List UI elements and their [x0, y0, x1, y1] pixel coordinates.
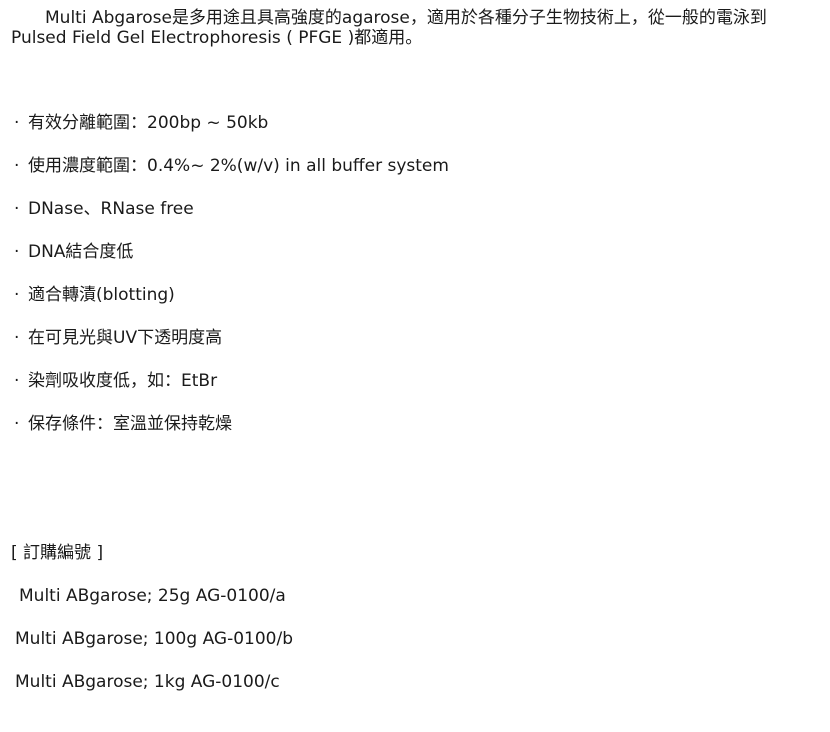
bullet-dot: · [14, 285, 20, 305]
order-list: Multi ABgarose; 25g AG-0100/a Multi ABga… [15, 584, 293, 713]
bullet-dot: · [14, 371, 20, 391]
intro-paragraph: Multi Abgarose是多用途且具高強度的agarose，適用於各種分子生… [11, 8, 811, 48]
feature-text: 染劑吸收度低，如：EtBr [28, 371, 218, 391]
feature-text: DNase、RNase free [28, 199, 194, 219]
bullet-dot: · [14, 328, 20, 348]
feature-item: · 有效分離範圍：200bp ~ 50kb [14, 111, 449, 154]
feature-text: 適合轉漬(blotting) [28, 285, 175, 305]
feature-item: · 染劑吸收度低，如：EtBr [14, 369, 449, 412]
bullet-dot: · [14, 156, 20, 176]
intro-line-2: Pulsed Field Gel Electrophoresis ( PFGE … [11, 28, 423, 48]
bullet-dot: · [14, 414, 20, 434]
order-item: Multi ABgarose; 1kg AG-0100/c [15, 672, 280, 692]
feature-item: · 適合轉漬(blotting) [14, 283, 449, 326]
feature-item: · 保存條件：室溫並保持乾燥 [14, 412, 449, 455]
bullet-dot: · [14, 113, 20, 133]
feature-list: · 有效分離範圍：200bp ~ 50kb · 使用濃度範圍：0.4%~ 2%(w/… [14, 111, 449, 455]
feature-item: · 使用濃度範圍：0.4%~ 2%(w/v) in all buffer syst… [14, 154, 449, 197]
feature-text: 有效分離範圍：200bp ~ 50kb [28, 113, 269, 133]
feature-text: DNA結合度低 [28, 242, 134, 262]
feature-item: · DNA結合度低 [14, 240, 449, 283]
feature-item: · DNase、RNase free [14, 197, 449, 240]
feature-text: 使用濃度範圍：0.4%~ 2%(w/v) in all buffer syste… [28, 156, 449, 176]
feature-text: 在可見光與UV下透明度高 [28, 328, 223, 348]
intro-line-1: Multi Abgarose是多用途且具高強度的agarose，適用於各種分子生… [45, 8, 767, 28]
bullet-dot: · [14, 199, 20, 219]
feature-text: 保存條件：室溫並保持乾燥 [28, 414, 232, 434]
order-item: Multi ABgarose; 100g AG-0100/b [15, 629, 293, 649]
order-item: Multi ABgarose; 25g AG-0100/a [19, 586, 286, 606]
feature-item: · 在可見光與UV下透明度高 [14, 326, 449, 369]
order-heading: [ 訂購編號 ] [11, 543, 104, 563]
bullet-dot: · [14, 242, 20, 262]
